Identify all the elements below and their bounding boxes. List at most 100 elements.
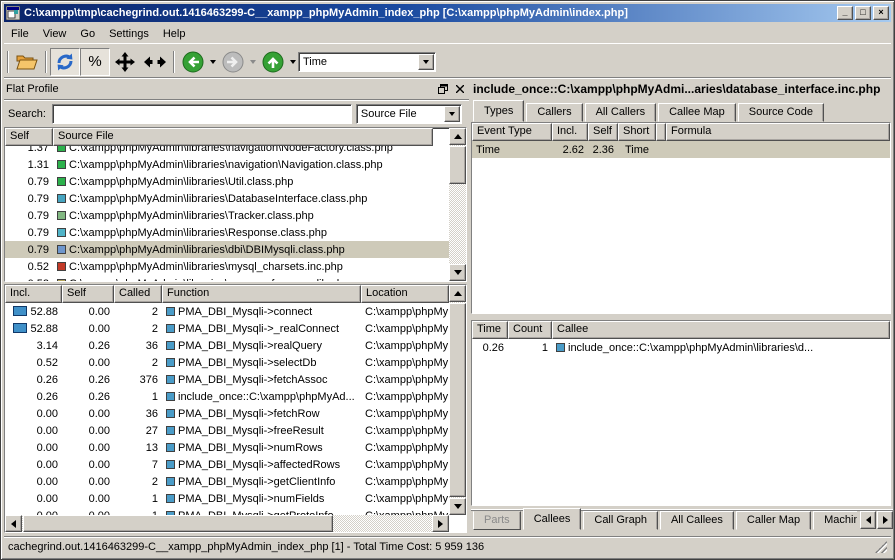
column-header-event-type[interactable]: Event Type (472, 123, 552, 141)
status-text: cachegrind.out.1416463299-C__xampp_phpMy… (8, 541, 875, 553)
column-header-short[interactable]: Short (618, 123, 656, 141)
table-row[interactable]: 0.79C:\xampp\phpMyAdmin\libraries\Tracke… (5, 207, 449, 224)
table-row[interactable]: 3.140.2636PMA_DBI_Mysqli->realQueryC:\xa… (5, 337, 449, 354)
cost-color-icon (57, 160, 66, 169)
table-row[interactable]: 52.880.002PMA_DBI_Mysqli->_realConnectC:… (5, 320, 449, 337)
resize-grip[interactable] (875, 541, 887, 553)
table-row[interactable]: 0.52C:\xampp\phpMyAdmin\libraries\user_p… (5, 275, 449, 281)
table-row[interactable]: 0.000.001PMA_DBI_Mysqli->numFieldsC:\xam… (5, 490, 449, 507)
menu-view[interactable]: View (36, 26, 74, 42)
tab-callees[interactable]: Callees (523, 508, 582, 530)
relative-percent-button[interactable]: % (80, 48, 110, 76)
scroll-down-button[interactable] (449, 264, 466, 281)
cycle-groups-button[interactable] (50, 48, 80, 76)
column-header-spacer[interactable] (656, 123, 666, 141)
table-row[interactable]: 1.37C:\xampp\phpMyAdmin\libraries\naviga… (5, 146, 449, 156)
open-file-button[interactable] (12, 48, 42, 76)
column-header-callee[interactable]: Callee (552, 321, 890, 339)
table-row[interactable]: 0.000.007PMA_DBI_Mysqli->affectedRowsC:\… (5, 456, 449, 473)
shorten-names-button[interactable] (140, 48, 170, 76)
column-header-source-file[interactable]: Source File (53, 128, 433, 146)
tab-scroll-right-button[interactable] (877, 511, 893, 529)
grouping-combobox[interactable]: Source File (356, 104, 462, 124)
up-button[interactable] (258, 48, 288, 76)
grouping-dropdown-button[interactable] (444, 106, 460, 122)
source-file-table-body: 1.37C:\xampp\phpMyAdmin\libraries\naviga… (5, 146, 449, 281)
table-row[interactable]: 0.000.002PMA_DBI_Mysqli->getClientInfoC:… (5, 473, 449, 490)
table-row-selected[interactable]: Time 2.62 2.36 Time (472, 141, 890, 158)
expand-all-button[interactable] (110, 48, 140, 76)
tab-all-callers[interactable]: All Callers (585, 103, 657, 122)
back-button[interactable] (178, 48, 208, 76)
menu-file[interactable]: File (4, 26, 36, 42)
column-header-count[interactable]: Count (508, 321, 552, 339)
vertical-scrollbar[interactable] (449, 285, 466, 515)
panel-title: Flat Profile (6, 83, 433, 95)
column-header-incl[interactable]: Incl. (5, 285, 62, 303)
column-header-incl[interactable]: Incl. (552, 123, 588, 141)
close-button[interactable]: × (873, 6, 889, 20)
tab-types[interactable]: Types (473, 100, 524, 122)
search-input[interactable] (52, 104, 352, 124)
back-dropdown-arrow[interactable] (210, 60, 216, 64)
flat-profile-panel: Flat Profile Search: Source File (4, 80, 469, 537)
table-row[interactable]: 0.79C:\xampp\phpMyAdmin\libraries\Respon… (5, 224, 449, 241)
tab-all-callees[interactable]: All Callees (660, 511, 734, 530)
menu-go[interactable]: Go (73, 26, 102, 42)
maximize-button[interactable]: □ (855, 6, 871, 20)
up-dropdown-arrow[interactable] (290, 60, 296, 64)
table-row[interactable]: 0.520.002PMA_DBI_Mysqli->selectDbC:\xamp… (5, 354, 449, 371)
table-row[interactable]: 0.260.261include_once::C:\xampp\phpMyAd.… (5, 388, 449, 405)
table-row[interactable]: 0.000.0013PMA_DBI_Mysqli->numRowsC:\xamp… (5, 439, 449, 456)
close-panel-button[interactable] (452, 82, 467, 96)
table-row[interactable]: 0.260.26376PMA_DBI_Mysqli->fetchAssocC:\… (5, 371, 449, 388)
table-row[interactable]: 0.79C:\xampp\phpMyAdmin\libraries\Util.c… (5, 173, 449, 190)
minimize-button[interactable]: _ (837, 6, 853, 20)
horizontal-scrollbar[interactable] (5, 515, 449, 532)
tab-scroll-left-button[interactable] (860, 511, 876, 529)
column-header-location[interactable]: Location (361, 285, 449, 303)
cost-color-icon (57, 177, 66, 186)
column-header-self[interactable]: Self (588, 123, 618, 141)
column-header-self[interactable]: Self (5, 128, 53, 146)
table-row[interactable]: 0.52C:\xampp\phpMyAdmin\libraries\mysql_… (5, 258, 449, 275)
scroll-down-button[interactable] (449, 498, 466, 515)
table-row-selected[interactable]: 0.79C:\xampp\phpMyAdmin\libraries\dbi\DB… (5, 241, 449, 258)
forward-dropdown-arrow[interactable] (250, 60, 256, 64)
column-header-called[interactable]: Called (114, 285, 162, 303)
tab-callers[interactable]: Callers (526, 103, 582, 122)
table-row[interactable]: 0.000.001PMA_DBI_Mysqli->getProtoInfoC:\… (5, 507, 449, 515)
vertical-scrollbar[interactable] (449, 128, 466, 281)
tab-source-code[interactable]: Source Code (738, 103, 824, 122)
table-row[interactable]: 0.000.0036PMA_DBI_Mysqli->fetchRowC:\xam… (5, 405, 449, 422)
column-header-formula[interactable]: Formula (666, 123, 890, 141)
tab-caller-map[interactable]: Caller Map (736, 511, 811, 530)
scroll-left-button[interactable] (5, 515, 22, 532)
column-header-function[interactable]: Function (162, 285, 361, 303)
table-row[interactable]: 0.79C:\xampp\phpMyAdmin\libraries\Databa… (5, 190, 449, 207)
table-row[interactable]: 0.000.0027PMA_DBI_Mysqli->freeResultC:\x… (5, 422, 449, 439)
scrollbar-thumb[interactable] (23, 515, 333, 532)
forward-button[interactable] (218, 48, 248, 76)
scrollbar-thumb[interactable] (449, 146, 466, 184)
table-row[interactable]: 52.880.002PMA_DBI_Mysqli->connectC:\xamp… (5, 303, 449, 320)
menu-settings[interactable]: Settings (102, 26, 156, 42)
column-header-self[interactable]: Self (62, 285, 114, 303)
scrollbar-thumb[interactable] (449, 303, 466, 497)
scroll-right-button[interactable] (432, 515, 449, 532)
table-row[interactable]: 1.31C:\xampp\phpMyAdmin\libraries\naviga… (5, 156, 449, 173)
tab-machine-code[interactable]: Machine (813, 511, 857, 530)
float-panel-button[interactable] (435, 82, 450, 96)
window-title: C:\xampp\tmp\cachegrind.out.1416463299-C… (24, 7, 835, 19)
event-type-dropdown-button[interactable] (418, 54, 434, 70)
column-header-time[interactable]: Time (472, 321, 508, 339)
menu-help[interactable]: Help (156, 26, 193, 42)
tab-call-graph[interactable]: Call Graph (583, 511, 658, 530)
tab-parts[interactable]: Parts (473, 511, 521, 530)
table-row[interactable]: 0.26 1 include_once::C:\xampp\phpMyAdmin… (472, 339, 890, 356)
cost-color-icon (57, 279, 66, 282)
tab-callee-map[interactable]: Callee Map (658, 103, 736, 122)
toolbar-handle[interactable] (7, 51, 9, 73)
back-icon (182, 51, 204, 73)
event-type-combobox[interactable]: Time (298, 52, 436, 72)
